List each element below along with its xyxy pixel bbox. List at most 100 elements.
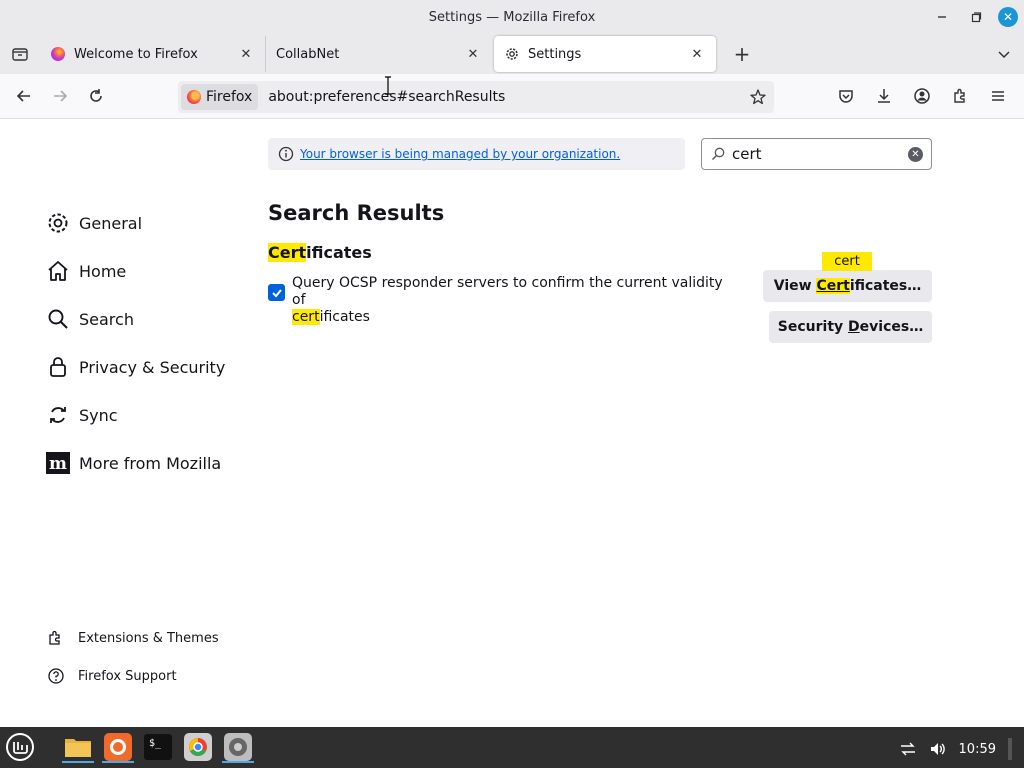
tab-collabnet[interactable]: CollabNet ✕: [266, 36, 492, 72]
downloads-button[interactable]: [866, 80, 902, 112]
search-icon: [710, 146, 726, 162]
download-icon: [878, 89, 890, 103]
show-desktop-button[interactable]: [1008, 738, 1012, 760]
identity-box[interactable]: Firefox: [181, 84, 259, 110]
reload-button[interactable]: [78, 80, 114, 112]
footer-link-label: Firefox Support: [78, 668, 177, 684]
tab-settings[interactable]: Settings ✕: [494, 36, 716, 72]
ocsp-checkbox[interactable]: [268, 284, 285, 301]
clock[interactable]: 10:59: [959, 742, 996, 757]
clear-search-icon[interactable]: ✕: [908, 147, 923, 162]
window-titlebar: Settings — Mozilla Firefox ✕: [0, 0, 1024, 34]
network-icon[interactable]: [899, 740, 917, 758]
search-highlight: cert: [292, 309, 320, 325]
firefox-icon: [50, 46, 66, 62]
firefox-view-button[interactable]: [0, 34, 40, 74]
back-button[interactable]: [6, 80, 42, 112]
close-window-button[interactable]: ✕: [998, 7, 1018, 27]
search-icon: [46, 307, 70, 331]
certificates-heading: Certificates: [268, 243, 372, 262]
button-text: Security: [777, 319, 844, 335]
info-icon: [278, 146, 294, 162]
home-icon: [46, 259, 70, 283]
running-indicator: [222, 761, 254, 763]
sidebar-item-sync[interactable]: Sync: [46, 391, 246, 439]
app-taskbar-button[interactable]: [222, 731, 254, 763]
close-tab-icon[interactable]: ✕: [464, 45, 482, 63]
running-indicator: [102, 761, 134, 763]
ocsp-setting: Query OCSP responder servers to confirm …: [268, 275, 738, 326]
system-tray: 10:59: [899, 738, 1012, 760]
volume-icon[interactable]: [929, 740, 947, 758]
extensions-button[interactable]: [942, 80, 978, 112]
pocket-icon: [839, 90, 853, 103]
mozilla-icon: m: [46, 451, 70, 475]
files-taskbar-button[interactable]: [62, 731, 94, 763]
sidebar-item-privacy[interactable]: Privacy & Security: [46, 343, 246, 391]
settings-search-input[interactable]: [732, 145, 902, 163]
lock-icon: [46, 355, 70, 379]
button-text-highlight: Cert: [816, 278, 850, 294]
firefox-support-link[interactable]: Firefox Support: [46, 657, 219, 695]
firefox-view-icon: [12, 48, 28, 61]
url-bar[interactable]: Firefox about:preferences#searchResults: [178, 81, 774, 113]
hamburger-menu-icon: [992, 91, 1004, 101]
linux-mint-menu-button[interactable]: [4, 731, 36, 763]
arrow-right-icon: [54, 90, 68, 102]
footer-link-label: Extensions & Themes: [78, 630, 219, 646]
sidebar-item-general[interactable]: General: [46, 199, 246, 247]
toolbar-right: [828, 80, 1016, 112]
sidebar-item-label: General: [79, 213, 143, 233]
new-tab-button[interactable]: +: [724, 36, 760, 72]
account-button[interactable]: [904, 80, 940, 112]
puzzle-icon: [46, 628, 66, 648]
forward-button[interactable]: [42, 80, 78, 112]
sidebar-item-label: Search: [79, 309, 134, 329]
app-menu-button[interactable]: [980, 80, 1016, 112]
firefox-taskbar-button[interactable]: [102, 731, 134, 763]
firefox-icon: [187, 90, 201, 104]
sidebar-item-label: More from Mozilla: [79, 453, 222, 473]
tab-label: Welcome to Firefox: [74, 46, 198, 62]
chevron-down-icon: [998, 51, 1010, 59]
minimize-button[interactable]: [930, 5, 954, 29]
maximize-button[interactable]: [964, 5, 988, 29]
mint-logo-icon: [6, 733, 34, 761]
button-accesskey: D: [848, 319, 860, 335]
chrome-taskbar-button[interactable]: [182, 731, 214, 763]
window-controls: ✕: [930, 5, 1018, 29]
view-certificates-button[interactable]: View Cert ificates…: [763, 270, 932, 302]
sidebar-item-search[interactable]: Search: [46, 295, 246, 343]
tab-strip: Welcome to Firefox ✕ CollabNet ✕ Setting…: [0, 34, 1024, 74]
extensions-themes-link[interactable]: Extensions & Themes: [46, 619, 219, 657]
button-text-rest: evices…: [859, 319, 924, 335]
puzzle-icon: [954, 88, 965, 103]
terminal-icon: $_: [144, 734, 172, 760]
tab-label: Settings: [528, 46, 582, 62]
sidebar-item-home[interactable]: Home: [46, 247, 246, 295]
terminal-taskbar-button[interactable]: $_: [142, 731, 174, 763]
gear-icon: [46, 211, 70, 235]
ocsp-label: Query OCSP responder servers to confirm …: [292, 275, 738, 326]
arrow-left-icon: [16, 90, 30, 102]
identity-label: Firefox: [206, 89, 253, 105]
window-title: Settings — Mozilla Firefox: [428, 9, 596, 25]
button-text-rest: ificates…: [849, 278, 922, 294]
managed-policies-link[interactable]: Your browser is being managed by your or…: [300, 147, 620, 161]
pocket-button[interactable]: [828, 80, 864, 112]
policies-notice: Your browser is being managed by your or…: [268, 138, 685, 170]
sidebar-item-label: Sync: [79, 405, 118, 425]
sidebar-item-label: Home: [79, 261, 127, 281]
running-indicator: [62, 761, 94, 763]
tab-label: CollabNet: [276, 46, 340, 62]
settings-search-box[interactable]: ✕: [701, 138, 932, 170]
ocsp-label-text: Query OCSP responder servers to confirm …: [292, 275, 723, 308]
security-devices-button[interactable]: Security Devices…: [769, 311, 932, 343]
bookmark-star-button[interactable]: [748, 87, 768, 107]
sidebar-item-more-from-mozilla[interactable]: m More from Mozilla: [46, 439, 246, 487]
close-tab-icon[interactable]: ✕: [237, 45, 255, 63]
nav-toolbar: Firefox about:preferences#searchResults: [0, 74, 1024, 119]
tab-welcome[interactable]: Welcome to Firefox ✕: [40, 36, 266, 72]
list-all-tabs-button[interactable]: [994, 44, 1014, 64]
close-tab-icon[interactable]: ✕: [688, 45, 706, 63]
